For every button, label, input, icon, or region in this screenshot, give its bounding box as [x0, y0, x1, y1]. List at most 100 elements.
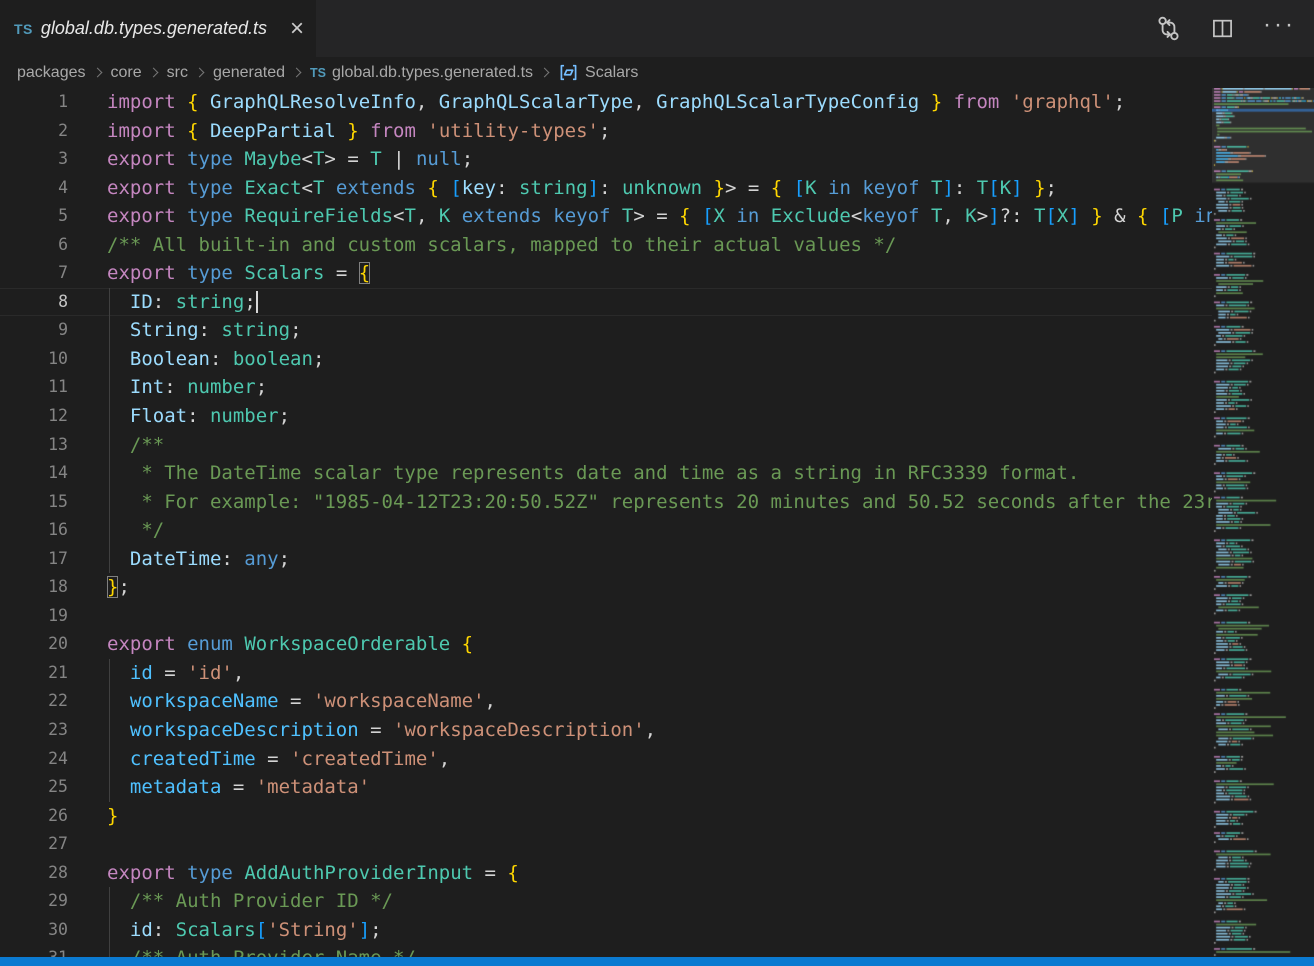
code-line-30[interactable]: 30 id: Scalars['String']; [0, 916, 1212, 945]
code-line-11[interactable]: 11 Int: number; [0, 373, 1212, 402]
line-number[interactable]: 27 [0, 830, 107, 859]
line-number[interactable]: 13 [0, 431, 107, 460]
code-line-1[interactable]: 1import { GraphQLResolveInfo, GraphQLSca… [0, 88, 1212, 117]
open-changes-icon[interactable] [1155, 15, 1182, 42]
breadcrumb-item-scalars[interactable]: Scalars [558, 62, 638, 83]
indent [107, 947, 130, 957]
line-number[interactable]: 10 [0, 345, 107, 374]
code-line-31[interactable]: 31 /** Auth Provider Name */ [0, 944, 1212, 957]
code-line-24[interactable]: 24 createdTime = 'createdTime', [0, 745, 1212, 774]
line-number[interactable]: 9 [0, 316, 107, 345]
code-token: { [187, 120, 198, 142]
code-line-21[interactable]: 21 id = 'id', [0, 659, 1212, 688]
line-number[interactable]: 7 [0, 259, 107, 288]
code-line-2[interactable]: 2import { DeepPartial } from 'utility-ty… [0, 117, 1212, 146]
code-token: string [176, 291, 245, 313]
code-token: metadata [130, 776, 222, 798]
line-number[interactable]: 28 [0, 859, 107, 888]
code-text: workspaceName = 'workspaceName', [107, 687, 496, 716]
code-token: extends [462, 205, 542, 227]
code-line-22[interactable]: 22 workspaceName = 'workspaceName', [0, 687, 1212, 716]
code-line-23[interactable]: 23 workspaceDescription = 'workspaceDesc… [0, 716, 1212, 745]
code-token: unknown [622, 177, 702, 199]
code-line-12[interactable]: 12 Float: number; [0, 402, 1212, 431]
line-number[interactable]: 25 [0, 773, 107, 802]
code-line-25[interactable]: 25 metadata = 'metadata' [0, 773, 1212, 802]
code-line-19[interactable]: 19 [0, 602, 1212, 631]
breadcrumb-item-packages[interactable]: packages [17, 64, 86, 82]
editor-tab[interactable]: TS global.db.types.generated.ts × [0, 0, 316, 57]
code-line-8[interactable]: 8 ID: string; [0, 288, 1212, 317]
split-editor-icon[interactable] [1210, 16, 1235, 41]
line-number[interactable]: 16 [0, 516, 107, 545]
code-token: type [187, 262, 233, 284]
line-number[interactable]: 24 [0, 745, 107, 774]
line-number[interactable]: 6 [0, 231, 107, 260]
line-number[interactable]: 4 [0, 174, 107, 203]
code-token: Maybe [244, 148, 301, 170]
code-token [416, 177, 427, 199]
code-line-26[interactable]: 26} [0, 802, 1212, 831]
line-number[interactable]: 26 [0, 802, 107, 831]
line-number[interactable]: 12 [0, 402, 107, 431]
line-number[interactable]: 5 [0, 202, 107, 231]
code-line-15[interactable]: 15 * For example: "1985-04-12T23:20:50.5… [0, 488, 1212, 517]
code-token: 'id' [187, 662, 233, 684]
code-token: /** Auth Provider Name */ [130, 947, 416, 957]
code-editor[interactable]: 1import { GraphQLResolveInfo, GraphQLSca… [0, 88, 1212, 957]
code-line-16[interactable]: 16 */ [0, 516, 1212, 545]
line-number[interactable]: 11 [0, 373, 107, 402]
line-number[interactable]: 8 [0, 288, 107, 317]
code-line-3[interactable]: 3export type Maybe<T> = T | null; [0, 145, 1212, 174]
code-line-29[interactable]: 29 /** Auth Provider ID */ [0, 887, 1212, 916]
code-token: import [107, 120, 176, 142]
close-icon[interactable]: × [290, 17, 304, 41]
breadcrumb-item-core[interactable]: core [111, 64, 142, 82]
code-token: } [347, 120, 358, 142]
code-line-10[interactable]: 10 Boolean: boolean; [0, 345, 1212, 374]
line-number[interactable]: 18 [0, 573, 107, 602]
line-number[interactable]: 17 [0, 545, 107, 574]
line-number[interactable]: 15 [0, 488, 107, 517]
code-token: WorkspaceOrderable [244, 633, 450, 655]
line-number[interactable]: 14 [0, 459, 107, 488]
line-number[interactable]: 2 [0, 117, 107, 146]
code-token: T [313, 177, 324, 199]
breadcrumb-item-generated[interactable]: generated [213, 64, 285, 82]
code-token: { [187, 91, 198, 113]
line-number[interactable]: 22 [0, 687, 107, 716]
code-line-7[interactable]: 7export type Scalars = { [0, 259, 1212, 288]
minimap[interactable] [1212, 88, 1314, 957]
code-line-14[interactable]: 14 * The DateTime scalar type represents… [0, 459, 1212, 488]
line-number[interactable]: 31 [0, 944, 107, 957]
line-number[interactable]: 20 [0, 630, 107, 659]
code-line-28[interactable]: 28export type AddAuthProviderInput = { [0, 859, 1212, 888]
more-actions-icon[interactable]: ··· [1263, 20, 1296, 38]
code-line-13[interactable]: 13 /** [0, 431, 1212, 460]
code-line-20[interactable]: 20export enum WorkspaceOrderable { [0, 630, 1212, 659]
code-token: = [324, 262, 358, 284]
code-token: : [199, 319, 222, 341]
chevron-right-icon [92, 68, 102, 78]
breadcrumb-item-global-db-types-generated-ts[interactable]: TSglobal.db.types.generated.ts [310, 64, 533, 82]
line-number[interactable]: 3 [0, 145, 107, 174]
code-line-4[interactable]: 4export type Exact<T extends { [key: str… [0, 174, 1212, 203]
code-token: = [256, 748, 290, 770]
code-token [542, 205, 553, 227]
status-bar[interactable] [0, 957, 1314, 966]
line-number[interactable]: 21 [0, 659, 107, 688]
breadcrumb-item-src[interactable]: src [167, 64, 188, 82]
code-line-17[interactable]: 17 DateTime: any; [0, 545, 1212, 574]
code-line-27[interactable]: 27 [0, 830, 1212, 859]
code-line-5[interactable]: 5export type RequireFields<T, K extends … [0, 202, 1212, 231]
line-number[interactable]: 30 [0, 916, 107, 945]
code-token [851, 177, 862, 199]
code-line-9[interactable]: 9 String: string; [0, 316, 1212, 345]
code-line-6[interactable]: 6/** All built-in and custom scalars, ma… [0, 231, 1212, 260]
code-line-18[interactable]: 18}; [0, 573, 1212, 602]
line-number[interactable]: 23 [0, 716, 107, 745]
line-number[interactable]: 29 [0, 887, 107, 916]
code-token: id [130, 662, 153, 684]
line-number[interactable]: 1 [0, 88, 107, 117]
line-number[interactable]: 19 [0, 602, 107, 631]
